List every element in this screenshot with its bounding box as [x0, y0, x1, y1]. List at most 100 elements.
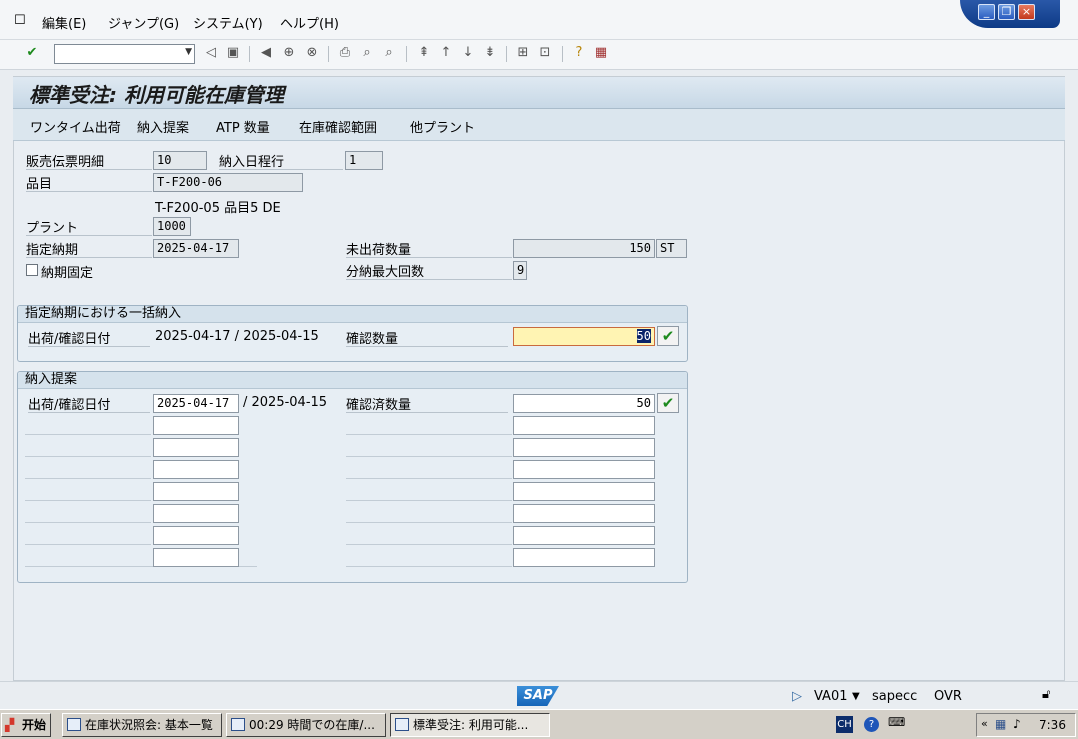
row-divider	[346, 500, 512, 501]
find-icon[interactable]: ⌕	[359, 45, 375, 61]
menu-goto[interactable]: ジャンプ(G)	[108, 13, 179, 32]
ime-icon[interactable]: ⌨	[888, 715, 905, 729]
proposal-date-input-empty[interactable]	[153, 548, 239, 567]
chevron-down-icon[interactable]: ▼	[185, 47, 192, 57]
fixed-date-checkbox[interactable]	[26, 264, 38, 276]
proposal-date-input[interactable]: 2025-04-17	[153, 394, 239, 413]
max-partial-label: 分納最大回数	[346, 261, 512, 280]
proposal-qty-input-empty[interactable]	[513, 504, 655, 523]
chevron-down-icon[interactable]: ▼	[852, 691, 860, 702]
language-indicator[interactable]: CH	[836, 716, 853, 733]
task-stock-time[interactable]: 00:29 時間での在庫/...	[226, 713, 386, 737]
proposal-date-input-empty[interactable]	[153, 526, 239, 545]
delivery-proposal-button[interactable]: 納入提案	[137, 117, 189, 136]
proposal-date-input-empty[interactable]	[153, 482, 239, 501]
history-back-icon[interactable]: ◁	[203, 45, 219, 61]
task-label: 標準受注: 利用可能...	[413, 718, 529, 732]
confirmed-quantity-input[interactable]: 50	[513, 327, 655, 346]
menu-help[interactable]: ヘルプ(H)	[280, 13, 339, 32]
insert-mode: OVR	[934, 689, 962, 704]
toolbar-separator	[562, 46, 563, 62]
schedule-line-label: 納入日程行	[219, 151, 343, 170]
lock-icon[interactable]: 🔓︎	[1042, 687, 1050, 702]
minimize-icon[interactable]: _	[978, 4, 995, 20]
command-field[interactable]: ▼	[54, 44, 195, 64]
find-next-icon[interactable]: ⌕	[381, 45, 397, 61]
sap-window-icon	[395, 718, 409, 731]
row-divider	[346, 456, 512, 457]
toolbar-separator	[328, 46, 329, 62]
system-name: sapecc	[872, 689, 918, 704]
new-session-icon[interactable]: ⊞	[515, 45, 531, 61]
row-divider	[346, 522, 512, 523]
menu-edit[interactable]: 編集(E)	[42, 13, 86, 32]
page-title: 標準受注: 利用可能在庫管理	[29, 83, 284, 107]
windows-logo-icon: ▞	[5, 718, 15, 732]
save-icon[interactable]: ▣	[225, 45, 241, 61]
menu-system[interactable]: システム(Y)	[193, 13, 263, 32]
taskbar: ▞ 开始 在庫状況照会: 基本一覧 00:29 時間での在庫/... 標準受注:…	[0, 709, 1078, 739]
first-page-icon[interactable]: ⇞	[416, 45, 432, 61]
cancel-icon[interactable]: ⊗	[304, 45, 320, 61]
menu-exit-icon[interactable]: ☐	[14, 13, 26, 28]
other-plants-button[interactable]: 他プラント	[410, 117, 475, 136]
complete-delivery-group-title: 指定納期における一括納入	[18, 306, 687, 323]
next-page-icon[interactable]: ↓	[460, 45, 476, 61]
help-icon[interactable]: ?	[864, 717, 879, 732]
status-expand-icon[interactable]: ▷	[792, 689, 802, 704]
proposal-qty-input-empty[interactable]	[513, 416, 655, 435]
proposal-qty-input-empty[interactable]	[513, 482, 655, 501]
requested-date-label: 指定納期	[26, 239, 152, 258]
plant-field: 1000	[153, 217, 191, 236]
application-toolbar: ワンタイム出荷 納入提案 ATP 数量 在庫確認範囲 他プラント	[13, 109, 1065, 141]
standard-toolbar: ✔ ▼ ◁ ▣ ◀ ⊕ ⊗ ⎙ ⌕ ⌕ ⇞ ↑ ↓ ⇟ ⊞ ⊡ ? ▦	[0, 40, 1078, 70]
transaction-code: VA01	[814, 689, 848, 704]
toolbar-separator	[506, 46, 507, 62]
material-description: T-F200-05 品目5 DE	[155, 201, 281, 216]
ship-confirm-dates: 2025-04-17 / 2025-04-15	[155, 329, 319, 344]
enter-check-icon[interactable]: ✔	[24, 45, 40, 61]
previous-page-icon[interactable]: ↑	[438, 45, 454, 61]
close-icon[interactable]: ×	[1018, 4, 1035, 20]
proposal-qty-input-empty[interactable]	[513, 438, 655, 457]
restore-icon[interactable]: ❐	[998, 4, 1015, 20]
network-icon[interactable]: ▦	[995, 717, 1006, 731]
exit-icon[interactable]: ⊕	[281, 45, 297, 61]
task-stock-overview[interactable]: 在庫状況照会: 基本一覧	[62, 713, 222, 737]
proposal-date-input-empty[interactable]	[153, 460, 239, 479]
scope-of-check-button[interactable]: 在庫確認範囲	[299, 117, 377, 136]
print-icon[interactable]: ⎙	[337, 45, 353, 61]
task-label: 在庫状況照会: 基本一覧	[85, 718, 213, 732]
one-time-delivery-button[interactable]: ワンタイム出荷	[30, 117, 121, 136]
help-icon[interactable]: ?	[571, 45, 587, 61]
item-label: 販売伝票明細	[26, 151, 152, 170]
proposal-date-input-empty[interactable]	[153, 504, 239, 523]
task-standard-order[interactable]: 標準受注: 利用可能...	[390, 713, 550, 737]
row-divider	[346, 566, 512, 567]
customize-layout-icon[interactable]: ▦	[593, 45, 609, 61]
proposal-date-label: 出荷/確認日付	[28, 394, 150, 413]
material-label: 品目	[26, 173, 152, 192]
atp-quantity-button[interactable]: ATP 数量	[216, 117, 270, 136]
confirmed-total-input[interactable]: 50	[513, 394, 655, 413]
confirm-proposal-button[interactable]: ✔	[657, 393, 679, 413]
ship-confirm-date-label: 出荷/確認日付	[28, 328, 150, 347]
toolbar-separator	[406, 46, 407, 62]
proposal-date-input-empty[interactable]	[153, 416, 239, 435]
confirmed-quantity-value: 50	[636, 329, 651, 343]
expand-tray-icon[interactable]: «	[981, 717, 988, 730]
proposal-date-input-empty[interactable]	[153, 438, 239, 457]
proposal-qty-input-empty[interactable]	[513, 548, 655, 567]
volume-icon[interactable]: ♪	[1013, 717, 1021, 731]
confirm-complete-delivery-button[interactable]: ✔	[657, 326, 679, 346]
back-icon[interactable]: ◀	[258, 45, 274, 61]
clock: 7:36	[1039, 718, 1066, 732]
last-page-icon[interactable]: ⇟	[482, 45, 498, 61]
start-button[interactable]: ▞ 开始	[1, 713, 51, 737]
open-quantity-label: 未出荷数量	[346, 239, 512, 258]
proposal-qty-input-empty[interactable]	[513, 526, 655, 545]
shortcut-icon[interactable]: ⊡	[537, 45, 553, 61]
proposal-qty-input-empty[interactable]	[513, 460, 655, 479]
status-bar: SAP ▷ VA01 ▼ sapecc OVR 🔓︎	[0, 681, 1078, 709]
row-divider	[25, 522, 151, 523]
